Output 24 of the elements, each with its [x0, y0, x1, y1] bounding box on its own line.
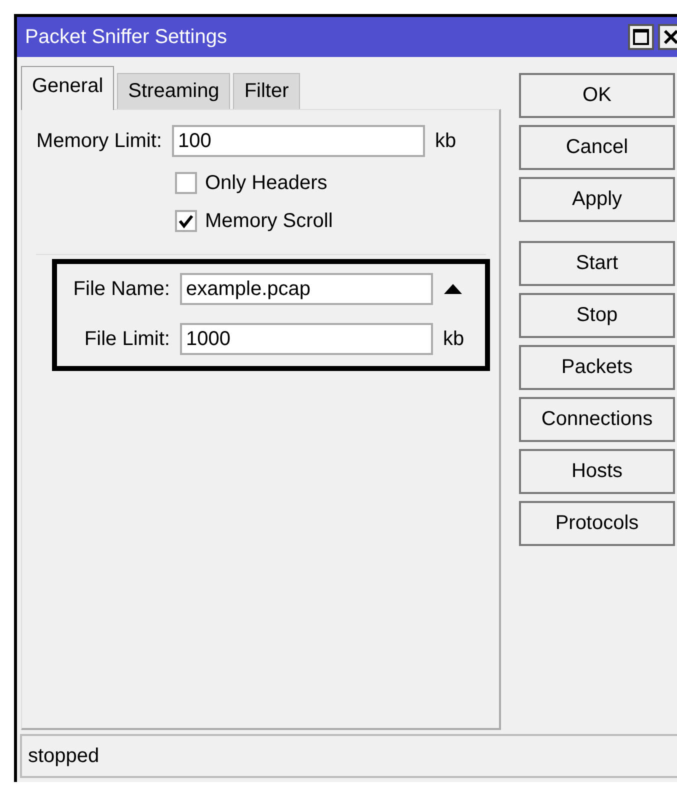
dialog-button[interactable]: Packets — [519, 345, 675, 390]
dialog-button[interactable]: Hosts — [519, 449, 675, 494]
dialog-button[interactable]: Stop — [519, 293, 675, 338]
dialog-button[interactable]: OK — [519, 73, 675, 118]
dialog-button[interactable]: Protocols — [519, 501, 675, 546]
tab[interactable]: General — [21, 66, 114, 110]
checkbox-label: Only Headers — [205, 172, 328, 194]
field-label: File Name: — [72, 278, 171, 300]
unit-label: kb — [435, 130, 456, 152]
input-field[interactable]: 1000 — [180, 323, 433, 355]
status-text: stopped — [28, 744, 100, 768]
input-field[interactable]: example.pcap — [180, 273, 433, 305]
dialog-button[interactable]: Start — [519, 241, 675, 286]
window-title: Packet Sniffer Settings — [25, 26, 228, 48]
tab[interactable]: Streaming — [117, 73, 230, 109]
unit-label: kb — [443, 328, 464, 350]
checkbox-label: Memory Scroll — [205, 210, 333, 232]
dialog-button[interactable]: Connections — [519, 397, 675, 442]
tab[interactable]: Filter — [233, 73, 300, 109]
field-label: Memory Limit: — [35, 130, 163, 152]
dialog-button[interactable]: Cancel — [519, 125, 675, 170]
field-label: File Limit: — [83, 328, 171, 350]
input-field[interactable]: 100 — [172, 125, 425, 157]
dialog-button[interactable]: Apply — [519, 177, 675, 222]
